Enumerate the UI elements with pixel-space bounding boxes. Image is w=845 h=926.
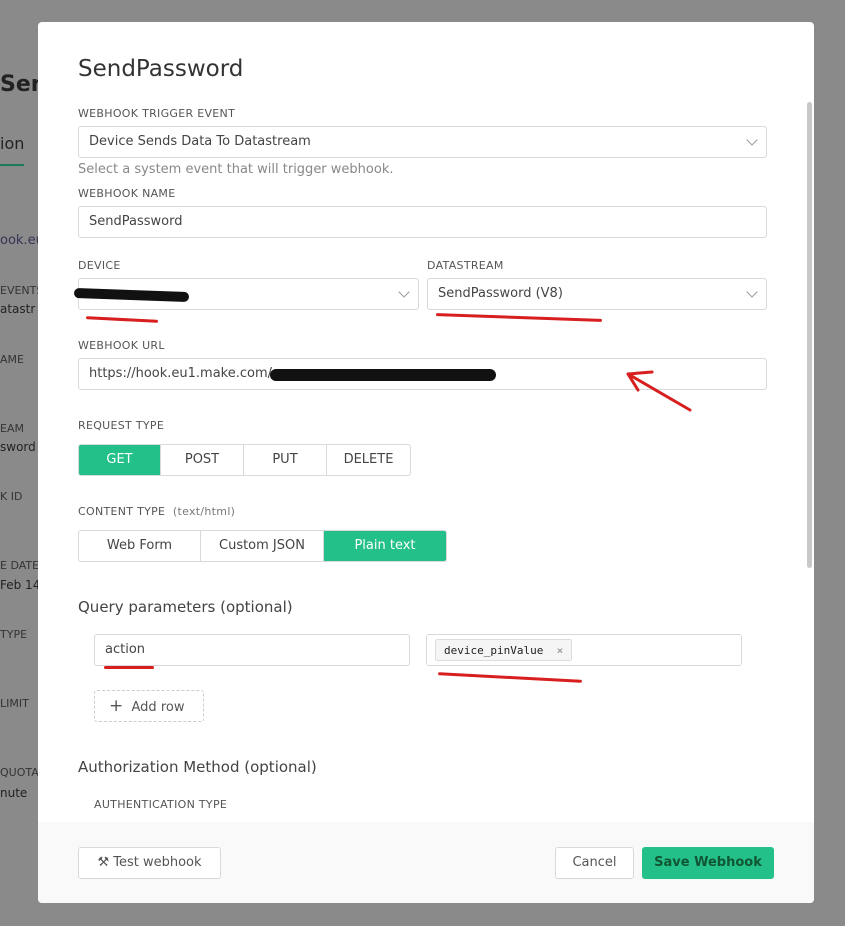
datastream-value: SendPassword (V8) xyxy=(438,286,563,301)
bg-text: AME xyxy=(0,353,24,366)
redaction-scribble xyxy=(270,369,496,381)
webhook-modal: SendPassword WEBHOOK TRIGGER EVENT Devic… xyxy=(38,22,814,903)
annotation-underline xyxy=(435,313,603,322)
bg-text: K ID xyxy=(0,490,23,503)
bg-text: TYPE xyxy=(0,628,28,641)
tools-icon: ⚒ xyxy=(97,855,110,870)
chevron-down-icon xyxy=(746,134,758,146)
scrollbar[interactable] xyxy=(807,102,812,568)
auth-title: Authorization Method (optional) xyxy=(78,758,317,776)
request-post[interactable]: POST xyxy=(161,445,244,475)
datastream-label: DATASTREAM xyxy=(427,259,504,272)
request-put[interactable]: PUT xyxy=(244,445,327,475)
content-type-hint: (text/html) xyxy=(172,505,236,518)
test-label: Test webhook xyxy=(113,855,202,870)
value-chip: device_pinValue × xyxy=(435,639,573,661)
trigger-hint: Select a system event that will trigger … xyxy=(78,162,394,177)
bg-text: EAM xyxy=(0,422,24,435)
name-label: WEBHOOK NAME xyxy=(78,187,176,200)
trigger-event-select[interactable]: Device Sends Data To Datastream xyxy=(78,126,767,158)
save-webhook-button[interactable]: Save Webhook xyxy=(642,847,774,879)
query-value-input[interactable]: device_pinValue × xyxy=(426,634,742,666)
content-type-label: CONTENT TYPE xyxy=(78,505,166,518)
close-icon[interactable]: × xyxy=(557,644,564,657)
content-custom-json[interactable]: Custom JSON xyxy=(201,531,324,561)
request-get[interactable]: GET xyxy=(79,445,161,475)
url-value: https://hook.eu1.make.com/ xyxy=(89,366,273,381)
request-type-group: GET POST PUT DELETE xyxy=(78,444,411,476)
content-web-form[interactable]: Web Form xyxy=(79,531,201,561)
annotation-underline xyxy=(85,316,159,323)
name-value: SendPassword xyxy=(89,214,183,229)
bg-text: atastr xyxy=(0,302,36,316)
bg-text: LIMIT xyxy=(0,697,29,710)
content-plain-text[interactable]: Plain text xyxy=(324,531,446,561)
modal-title: SendPassword xyxy=(78,56,244,82)
annotation-underline xyxy=(438,672,582,683)
chevron-down-icon xyxy=(398,286,410,298)
background-page: Sen ion ook.eu EVENTS atastr AME EAM swo… xyxy=(0,0,46,926)
url-label: WEBHOOK URL xyxy=(78,339,165,352)
bg-text: nute xyxy=(0,786,28,800)
chip-text: device_pinValue xyxy=(444,644,544,657)
trigger-value: Device Sends Data To Datastream xyxy=(89,134,311,149)
chevron-down-icon xyxy=(746,286,758,298)
add-row-button[interactable]: + Add row xyxy=(94,690,204,722)
add-row-label: Add row xyxy=(131,700,185,715)
annotation-arrow-icon xyxy=(626,370,692,412)
bg-text: QUOTA xyxy=(0,766,39,779)
bg-text: EVENTS xyxy=(0,284,44,297)
webhook-name-input[interactable]: SendPassword xyxy=(78,206,767,238)
query-key-input[interactable]: action xyxy=(94,634,410,666)
annotation-underline xyxy=(104,666,154,669)
trigger-label: WEBHOOK TRIGGER EVENT xyxy=(78,107,236,120)
datastream-select[interactable]: SendPassword (V8) xyxy=(427,278,767,310)
bg-text: sword xyxy=(0,440,36,454)
query-key-value: action xyxy=(105,642,146,657)
bg-text: Feb 14 xyxy=(0,578,41,592)
auth-type-label: AUTHENTICATION TYPE xyxy=(94,798,228,811)
content-type-group: Web Form Custom JSON Plain text xyxy=(78,530,447,562)
test-webhook-button[interactable]: ⚒ Test webhook xyxy=(78,847,221,879)
bg-tab: ion xyxy=(0,134,25,153)
request-delete[interactable]: DELETE xyxy=(327,445,410,475)
plus-icon: + xyxy=(109,696,124,716)
bg-text: E DATE xyxy=(0,559,40,572)
request-type-label: REQUEST TYPE xyxy=(78,419,165,432)
query-title: Query parameters (optional) xyxy=(78,598,293,616)
cancel-button[interactable]: Cancel xyxy=(555,847,634,879)
device-label: DEVICE xyxy=(78,259,121,272)
modal-footer: ⚒ Test webhook Cancel Save Webhook xyxy=(38,822,814,903)
